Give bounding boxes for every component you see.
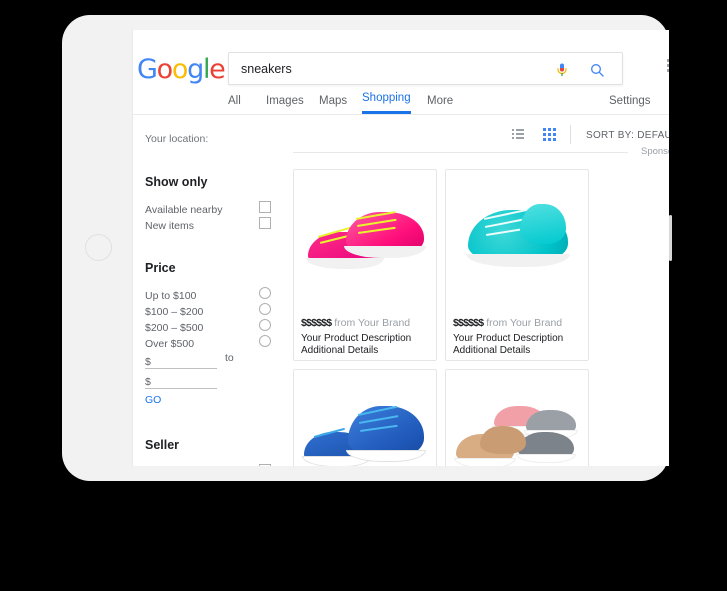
product-description-line2: Additional Details: [301, 345, 429, 357]
filter-label: $200 – $500: [145, 322, 203, 334]
grid-view-icon[interactable]: [543, 128, 556, 141]
results-toolbar: SORT BY: DEFAULT MY SHORTLIST (0: [293, 115, 669, 149]
sponsored-row: Sponsored: [293, 149, 669, 167]
search-box[interactable]: sneakers: [228, 52, 623, 85]
list-view-icon[interactable]: [512, 129, 524, 139]
product-description-line1: Your Product Description: [453, 333, 581, 345]
checkbox-seller-asos[interactable]: [259, 464, 271, 466]
filter-price-100-200[interactable]: $100 – $200: [145, 302, 293, 317]
radio-price-up-to-100[interactable]: [259, 287, 271, 299]
tab-shopping[interactable]: Shopping: [362, 92, 411, 114]
price-min-prefix: $: [145, 356, 151, 368]
product-price-line: $$$$$$from Your Brand: [301, 317, 429, 329]
logo-letter-G: G: [137, 54, 157, 85]
search-icon[interactable]: [589, 62, 605, 78]
product-card[interactable]: $$$$$$from Your Brand Your Product Descr…: [293, 369, 437, 466]
product-brand: from Your Brand: [486, 317, 562, 329]
product-price: $$$$$$: [453, 317, 483, 329]
filter-label: Up to $100: [145, 290, 196, 302]
radio-price-200-500[interactable]: [259, 319, 271, 331]
tab-more[interactable]: More: [427, 95, 453, 114]
logo-letter-g: g: [187, 54, 203, 85]
home-button[interactable]: [85, 234, 112, 261]
logo-letter-e: e: [209, 54, 224, 85]
radio-price-over-500[interactable]: [259, 335, 271, 347]
settings-link[interactable]: Settings: [609, 95, 651, 114]
filters-sidebar: Your location: Show only Available nearb…: [133, 115, 293, 466]
apps-grid-icon[interactable]: [667, 59, 669, 72]
filter-available-nearby[interactable]: Available nearby: [145, 200, 293, 215]
product-description-line2: Additional Details: [453, 345, 581, 357]
checkbox-new-items[interactable]: [259, 217, 271, 229]
teal-sneaker-photo: [446, 170, 588, 310]
logo-letter-o2: o: [172, 54, 187, 85]
radio-price-100-200[interactable]: [259, 303, 271, 315]
tab-all[interactable]: All: [228, 95, 241, 114]
product-info: $$$$$$from Your Brand Your Product Descr…: [294, 310, 436, 357]
microphone-icon[interactable]: [554, 61, 570, 78]
filter-label: Over $500: [145, 338, 194, 350]
filter-price-200-500[interactable]: $200 – $500: [145, 318, 293, 333]
tan-pink-grey-sneakers-photo: [446, 370, 588, 466]
toolbar-divider: [570, 125, 571, 144]
tablet-device-frame: Google sneakers: [62, 15, 669, 481]
sort-by-label: SORT BY: DEFAULT: [586, 130, 669, 141]
price-title: Price: [145, 261, 293, 275]
product-brand: from Your Brand: [334, 317, 410, 329]
pink-sneakers-photo: [294, 170, 436, 310]
divider: [293, 152, 628, 153]
google-logo[interactable]: Google: [137, 54, 224, 85]
sort-by-dropdown[interactable]: SORT BY: DEFAULT: [586, 130, 669, 141]
price-go-button[interactable]: GO: [145, 394, 161, 406]
price-min-field[interactable]: $ to: [145, 352, 293, 369]
your-location-label: Your location:: [145, 133, 293, 145]
product-price: $$$$$$: [301, 317, 331, 329]
seller-title: Seller: [145, 438, 293, 452]
checkbox-available-nearby[interactable]: [259, 201, 271, 213]
filter-price-up-to-100[interactable]: Up to $100: [145, 286, 293, 301]
google-header: Google sneakers: [133, 30, 669, 115]
price-min-underline: [145, 368, 217, 369]
results-area: SORT BY: DEFAULT MY SHORTLIST (0 Sponsor…: [293, 115, 669, 466]
product-description-line1: Your Product Description: [301, 333, 429, 345]
filter-label: $100 – $200: [145, 306, 203, 318]
price-max-underline: [145, 388, 217, 389]
logo-letter-o1: o: [157, 54, 172, 85]
sponsored-label: Sponsored: [641, 146, 669, 157]
price-max-prefix: $: [145, 376, 151, 388]
page-content: Your location: Show only Available nearb…: [133, 115, 669, 466]
show-only-title: Show only: [145, 175, 293, 189]
filter-new-items[interactable]: New items: [145, 216, 293, 231]
filter-label: Available nearby: [145, 204, 222, 216]
tab-maps[interactable]: Maps: [319, 95, 347, 114]
product-grid: $$$$$$from Your Brand Your Product Descr…: [293, 169, 669, 466]
price-to-label: to: [225, 352, 234, 364]
tablet-screen: Google sneakers: [132, 30, 669, 466]
product-card[interactable]: $$$$$$from Your Brand Your Product Descr…: [445, 169, 589, 361]
product-price-line: $$$$$$from Your Brand: [453, 317, 581, 329]
filter-price-over-500[interactable]: Over $500: [145, 334, 293, 349]
tab-images[interactable]: Images: [266, 95, 304, 114]
nav-tabs: All Images Maps Shopping More Settings: [228, 86, 669, 114]
price-max-field[interactable]: $: [145, 372, 293, 389]
filter-seller-asos[interactable]: ASOS: [145, 463, 293, 466]
search-input[interactable]: sneakers: [241, 53, 292, 86]
filter-label: New items: [145, 220, 194, 232]
product-info: $$$$$$from Your Brand Your Product Descr…: [446, 310, 588, 357]
blue-sneakers-photo: [294, 370, 436, 466]
product-card[interactable]: [445, 369, 589, 466]
product-card[interactable]: $$$$$$from Your Brand Your Product Descr…: [293, 169, 437, 361]
